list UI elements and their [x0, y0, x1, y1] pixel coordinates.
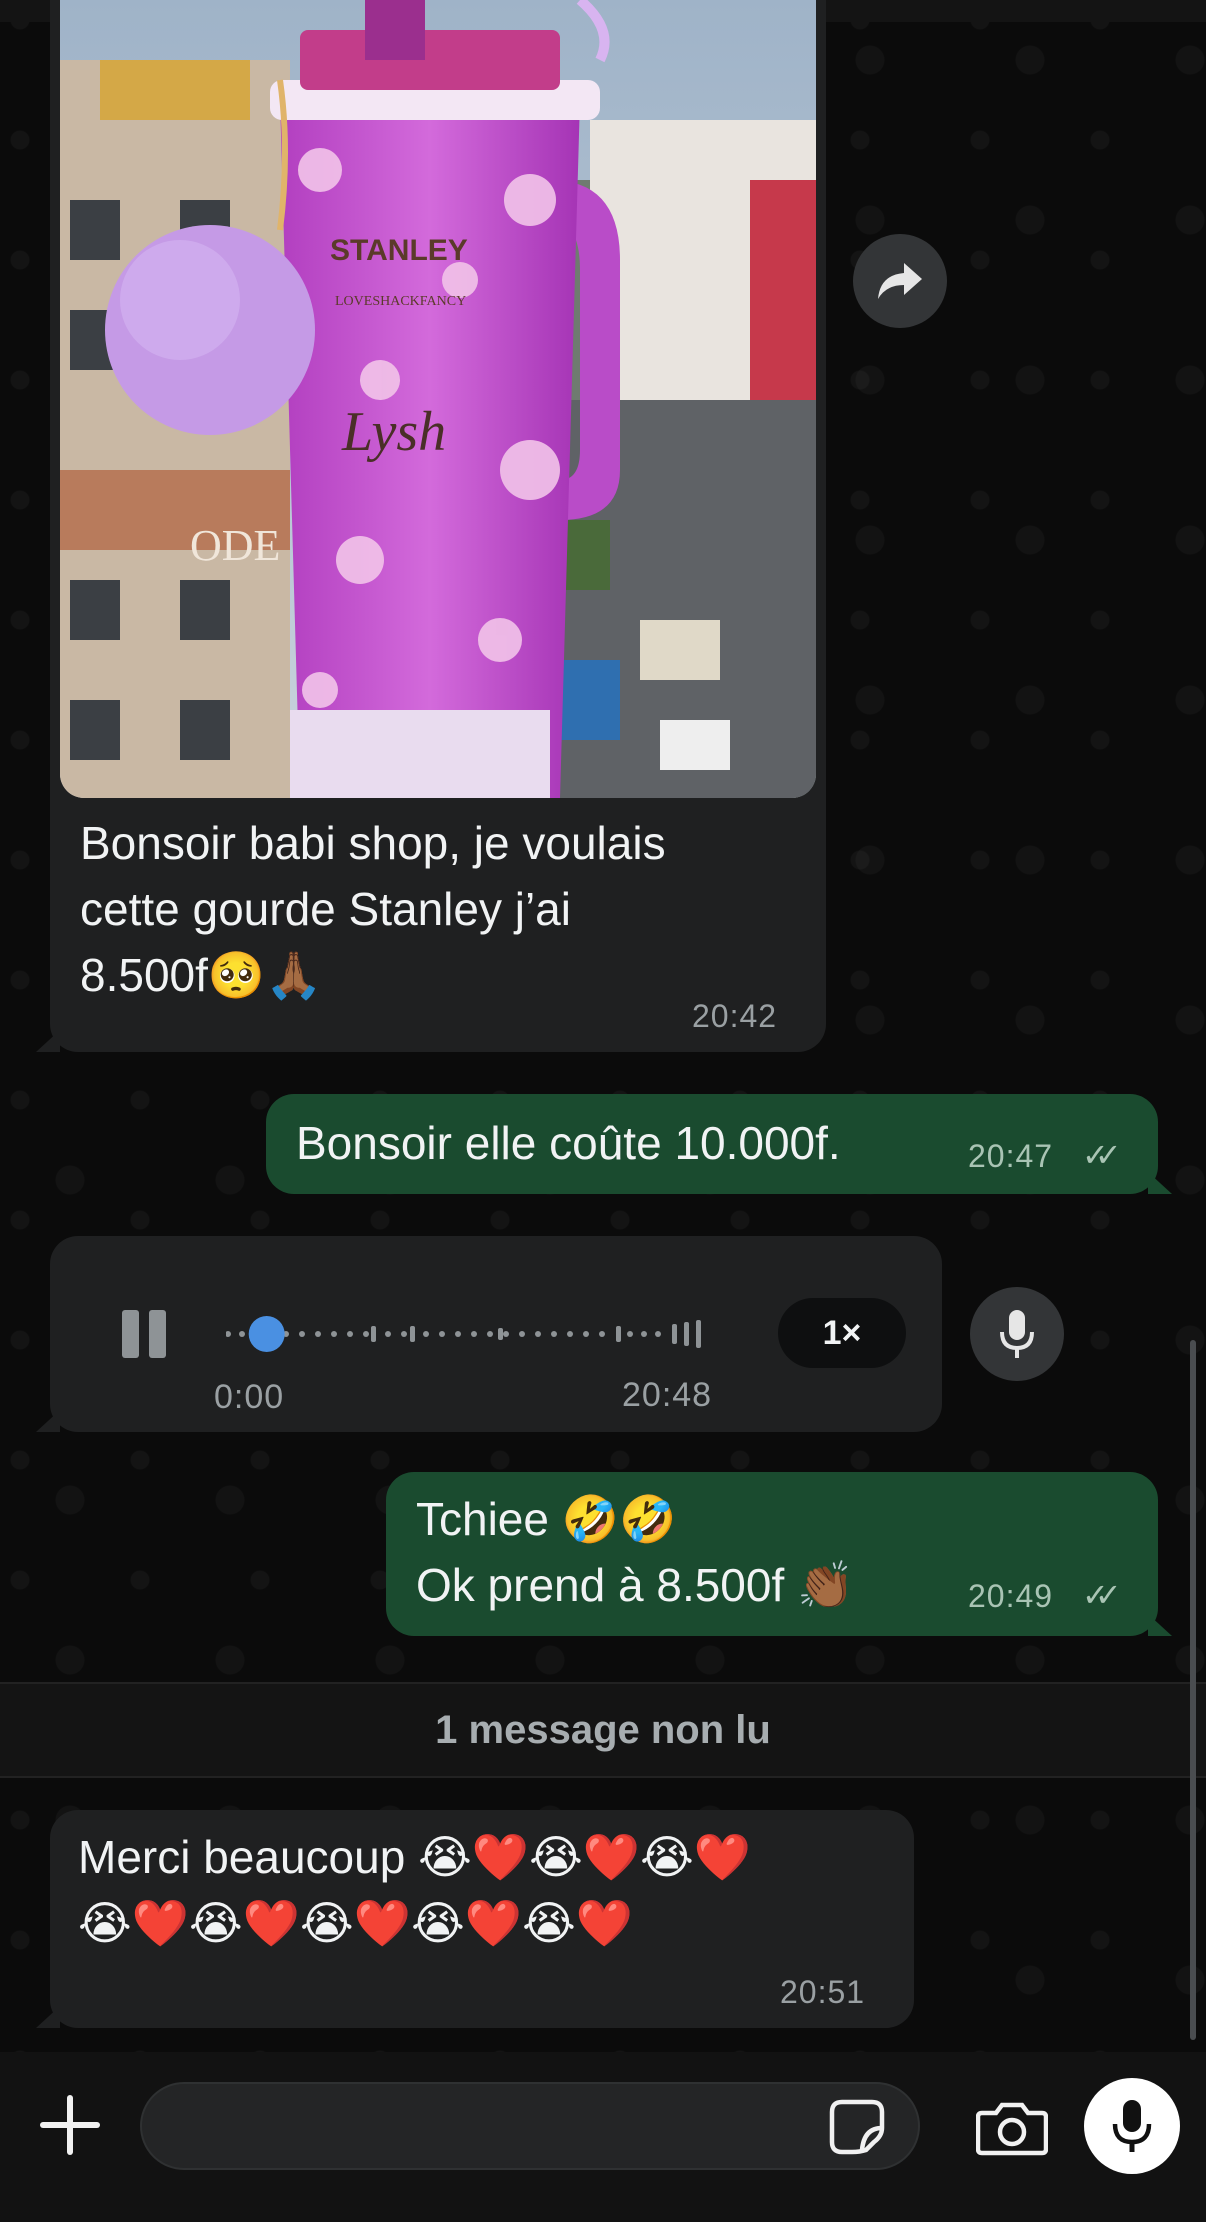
svg-text:LOVESHACKFANCY: LOVESHACKFANCY: [335, 294, 466, 309]
pause-button[interactable]: [120, 1310, 168, 1358]
playback-position-knob[interactable]: [248, 1316, 285, 1352]
forward-button[interactable]: [853, 234, 947, 328]
outgoing-message-bubble[interactable]: Bonsoir elle coûte 10.000f. 20:47 ✓✓: [266, 1094, 1172, 1194]
svg-text:Lysh: Lysh: [341, 401, 446, 463]
plus-icon[interactable]: [38, 2093, 102, 2157]
voice-note-mic-badge: [970, 1287, 1064, 1381]
stanley-tumbler-image: STANLEY LOVESHACKFANCY Lysh ODE: [60, 0, 816, 798]
message-text: Bonsoir elle coûte 10.000f.: [296, 1117, 841, 1169]
scrollbar[interactable]: [1190, 1340, 1196, 2040]
message-time: 20:51: [780, 1974, 866, 2010]
svg-text:ODE: ODE: [190, 521, 280, 570]
svg-text:STANLEY: STANLEY: [330, 234, 468, 267]
playback-speed-button[interactable]: 1×: [778, 1298, 906, 1368]
record-voice-button[interactable]: [1084, 2078, 1180, 2174]
incoming-message-bubble[interactable]: Merci beaucoup 😭❤️😭❤️😭❤️ 😭❤️😭❤️😭❤️😭❤️😭❤️…: [36, 1810, 914, 2028]
outgoing-message-bubble[interactable]: Tchiee 🤣🤣 Ok prend à 8.500f 👏🏾 20:49 ✓✓: [386, 1472, 1172, 1636]
microphone-icon: [1112, 2100, 1152, 2152]
voice-elapsed: 0:00: [214, 1378, 285, 1416]
read-receipt-icon: ✓✓: [1082, 1577, 1121, 1613]
message-time: 20:48: [622, 1376, 713, 1414]
message-text: Merci beaucoup 😭❤️😭❤️😭❤️ 😭❤️😭❤️😭❤️😭❤️😭❤️: [78, 1831, 752, 1949]
product-photo[interactable]: STANLEY LOVESHACKFANCY Lysh ODE: [60, 0, 816, 798]
forward-icon: [878, 263, 922, 299]
message-time: 20:49: [968, 1578, 1054, 1614]
camera-icon[interactable]: [976, 2099, 1048, 2157]
sticker-icon[interactable]: [828, 2098, 886, 2156]
message-input[interactable]: [140, 2082, 920, 2170]
image-caption: Bonsoir babi shop, je voulais cette gour…: [80, 817, 666, 1001]
image-message-bubble[interactable]: STANLEY LOVESHACKFANCY Lysh ODE Bonsoir …: [36, 0, 826, 1052]
message-time: 20:47: [968, 1138, 1054, 1174]
message-time: 20:42: [692, 998, 778, 1034]
message-text: Tchiee 🤣🤣 Ok prend à 8.500f 👏🏾: [416, 1493, 855, 1611]
unread-messages-banner: 1 message non lu: [0, 1682, 1206, 1778]
microphone-icon: [1000, 1310, 1034, 1358]
read-receipt-icon: ✓✓: [1082, 1137, 1121, 1173]
audio-waveform[interactable]: [226, 1312, 716, 1356]
